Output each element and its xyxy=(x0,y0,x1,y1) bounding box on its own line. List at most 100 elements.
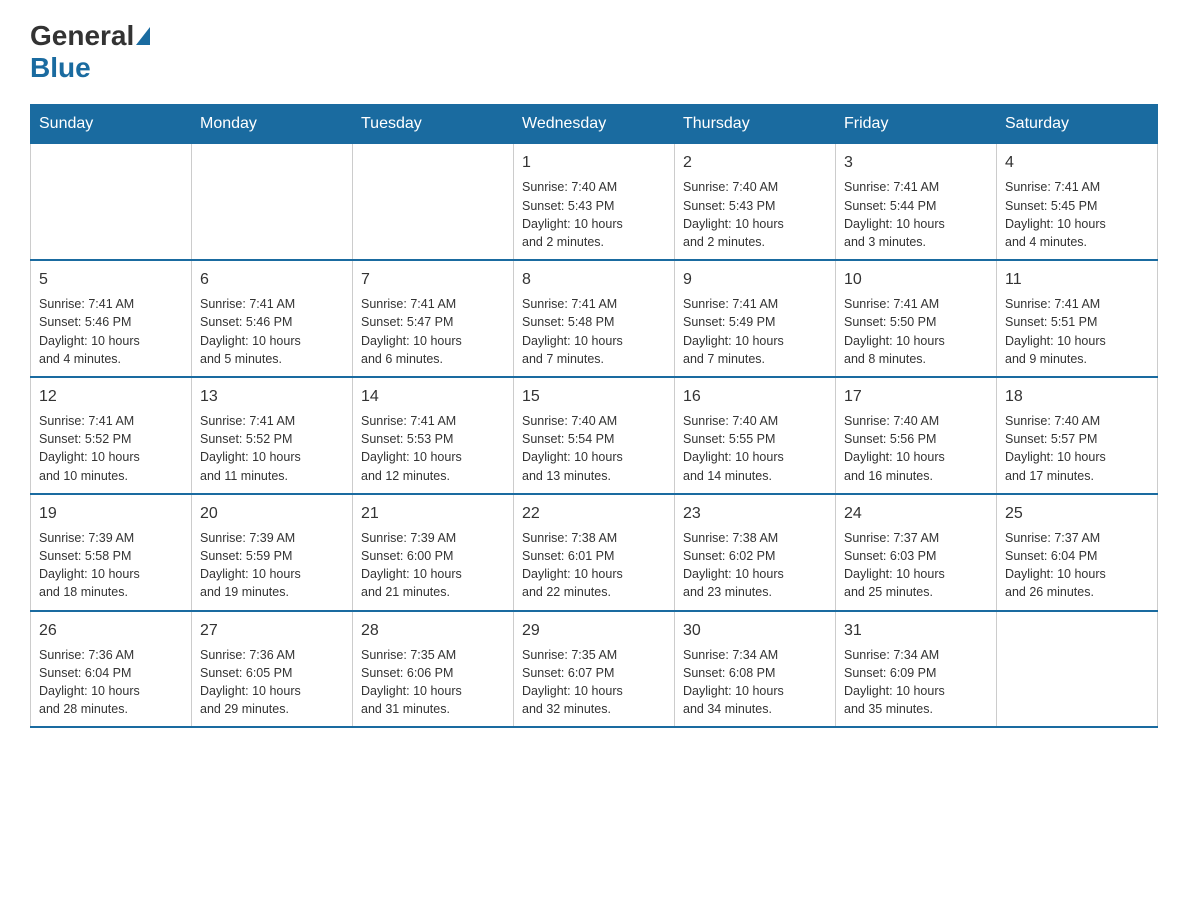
calendar-cell: 21Sunrise: 7:39 AM Sunset: 6:00 PM Dayli… xyxy=(353,494,514,611)
day-number: 18 xyxy=(1005,386,1149,408)
day-info: Sunrise: 7:37 AM Sunset: 6:04 PM Dayligh… xyxy=(1005,529,1149,602)
day-number: 27 xyxy=(200,620,344,642)
day-info: Sunrise: 7:40 AM Sunset: 5:57 PM Dayligh… xyxy=(1005,412,1149,485)
day-number: 25 xyxy=(1005,503,1149,525)
logo: General Blue xyxy=(30,20,152,84)
day-of-week-header: Wednesday xyxy=(514,105,675,144)
calendar-table: SundayMondayTuesdayWednesdayThursdayFrid… xyxy=(30,104,1158,728)
day-info: Sunrise: 7:36 AM Sunset: 6:04 PM Dayligh… xyxy=(39,646,183,719)
calendar-cell: 11Sunrise: 7:41 AM Sunset: 5:51 PM Dayli… xyxy=(997,260,1158,377)
day-info: Sunrise: 7:41 AM Sunset: 5:46 PM Dayligh… xyxy=(200,295,344,368)
day-info: Sunrise: 7:41 AM Sunset: 5:50 PM Dayligh… xyxy=(844,295,988,368)
day-info: Sunrise: 7:41 AM Sunset: 5:53 PM Dayligh… xyxy=(361,412,505,485)
calendar-week-row: 19 Sunrise: 7:39 AM Sunset: 5:58 PM Dayli… xyxy=(31,494,1158,611)
day-number: 31 xyxy=(844,620,988,642)
calendar-cell: 27 Sunrise: 7:36 AM Sunset: 6:05 PM Dayli… xyxy=(192,611,353,728)
calendar-cell: 14 Sunrise: 7:41 AM Sunset: 5:53 PM Dayli… xyxy=(353,377,514,494)
day-info: Sunrise: 7:41 AM Sunset: 5:47 PM Dayligh… xyxy=(361,295,505,368)
day-number: 30 xyxy=(683,620,827,642)
day-of-week-header: Thursday xyxy=(675,105,836,144)
day-info: Sunrise: 7:40 AM Sunset: 5:54 PM Dayligh… xyxy=(522,412,666,485)
logo-triangle-icon xyxy=(136,27,150,45)
day-info: Sunrise: 7:34 AM Sunset: 6:08 PM Dayligh… xyxy=(683,646,827,719)
day-info: Sunrise: 7:38 AM Sunset: 6:01 PM Dayligh… xyxy=(522,529,666,602)
calendar-cell: 29 Sunrise: 7:35 AM Sunset: 6:07 PM Dayli… xyxy=(514,611,675,728)
day-info: Sunrise: 7:40 AM Sunset: 5:55 PM Dayligh… xyxy=(683,412,827,485)
calendar-cell xyxy=(353,144,514,260)
day-of-week-header: Friday xyxy=(836,105,997,144)
calendar-week-row: 12 Sunrise: 7:41 AM Sunset: 5:52 PM Dayli… xyxy=(31,377,1158,494)
calendar-cell: 6 Sunrise: 7:41 AM Sunset: 5:46 PM Daylig… xyxy=(192,260,353,377)
day-number: 26 xyxy=(39,620,183,642)
day-number: 29 xyxy=(522,620,666,642)
day-number: 19 xyxy=(39,503,183,525)
day-number: 13 xyxy=(200,386,344,408)
calendar-cell: 1 Sunrise: 7:40 AM Sunset: 5:43 PM Daylig… xyxy=(514,144,675,260)
calendar-cell xyxy=(997,611,1158,728)
day-of-week-header: Monday xyxy=(192,105,353,144)
calendar-cell: 18 Sunrise: 7:40 AM Sunset: 5:57 PM Dayli… xyxy=(997,377,1158,494)
calendar-cell: 7 Sunrise: 7:41 AM Sunset: 5:47 PM Daylig… xyxy=(353,260,514,377)
calendar-cell: 3Sunrise: 7:41 AM Sunset: 5:44 PM Daylig… xyxy=(836,144,997,260)
calendar-cell: 16 Sunrise: 7:40 AM Sunset: 5:55 PM Dayli… xyxy=(675,377,836,494)
day-number: 20 xyxy=(200,503,344,525)
calendar-cell: 20 Sunrise: 7:39 AM Sunset: 5:59 PM Dayli… xyxy=(192,494,353,611)
calendar-cell xyxy=(31,144,192,260)
calendar-cell: 23Sunrise: 7:38 AM Sunset: 6:02 PM Dayli… xyxy=(675,494,836,611)
calendar-cell: 13 Sunrise: 7:41 AM Sunset: 5:52 PM Dayli… xyxy=(192,377,353,494)
calendar-cell: 19 Sunrise: 7:39 AM Sunset: 5:58 PM Dayli… xyxy=(31,494,192,611)
day-number: 3 xyxy=(844,152,988,174)
day-header-row: SundayMondayTuesdayWednesdayThursdayFrid… xyxy=(31,105,1158,144)
day-info: Sunrise: 7:40 AM Sunset: 5:56 PM Dayligh… xyxy=(844,412,988,485)
calendar-cell xyxy=(192,144,353,260)
day-number: 22 xyxy=(522,503,666,525)
day-info: Sunrise: 7:37 AM Sunset: 6:03 PM Dayligh… xyxy=(844,529,988,602)
calendar-cell: 4 Sunrise: 7:41 AM Sunset: 5:45 PM Daylig… xyxy=(997,144,1158,260)
day-number: 15 xyxy=(522,386,666,408)
day-number: 5 xyxy=(39,269,183,291)
day-info: Sunrise: 7:35 AM Sunset: 6:07 PM Dayligh… xyxy=(522,646,666,719)
day-info: Sunrise: 7:39 AM Sunset: 5:58 PM Dayligh… xyxy=(39,529,183,602)
day-number: 1 xyxy=(522,152,666,174)
calendar-cell: 5 Sunrise: 7:41 AM Sunset: 5:46 PM Daylig… xyxy=(31,260,192,377)
calendar-cell: 22 Sunrise: 7:38 AM Sunset: 6:01 PM Dayli… xyxy=(514,494,675,611)
calendar-cell: 15 Sunrise: 7:40 AM Sunset: 5:54 PM Dayli… xyxy=(514,377,675,494)
calendar-cell: 8 Sunrise: 7:41 AM Sunset: 5:48 PM Daylig… xyxy=(514,260,675,377)
day-info: Sunrise: 7:41 AM Sunset: 5:48 PM Dayligh… xyxy=(522,295,666,368)
day-info: Sunrise: 7:41 AM Sunset: 5:46 PM Dayligh… xyxy=(39,295,183,368)
day-number: 28 xyxy=(361,620,505,642)
day-number: 9 xyxy=(683,269,827,291)
day-of-week-header: Saturday xyxy=(997,105,1158,144)
day-info: Sunrise: 7:39 AM Sunset: 6:00 PM Dayligh… xyxy=(361,529,505,602)
day-number: 17 xyxy=(844,386,988,408)
day-info: Sunrise: 7:41 AM Sunset: 5:52 PM Dayligh… xyxy=(200,412,344,485)
day-number: 16 xyxy=(683,386,827,408)
day-number: 24 xyxy=(844,503,988,525)
calendar-cell: 28Sunrise: 7:35 AM Sunset: 6:06 PM Dayli… xyxy=(353,611,514,728)
day-number: 4 xyxy=(1005,152,1149,174)
day-info: Sunrise: 7:41 AM Sunset: 5:51 PM Dayligh… xyxy=(1005,295,1149,368)
calendar-week-row: 5 Sunrise: 7:41 AM Sunset: 5:46 PM Daylig… xyxy=(31,260,1158,377)
day-info: Sunrise: 7:41 AM Sunset: 5:45 PM Dayligh… xyxy=(1005,178,1149,251)
calendar-cell: 17 Sunrise: 7:40 AM Sunset: 5:56 PM Dayli… xyxy=(836,377,997,494)
day-number: 6 xyxy=(200,269,344,291)
calendar-cell: 12 Sunrise: 7:41 AM Sunset: 5:52 PM Dayli… xyxy=(31,377,192,494)
day-number: 12 xyxy=(39,386,183,408)
day-info: Sunrise: 7:34 AM Sunset: 6:09 PM Dayligh… xyxy=(844,646,988,719)
day-number: 8 xyxy=(522,269,666,291)
day-info: Sunrise: 7:40 AM Sunset: 5:43 PM Dayligh… xyxy=(522,178,666,251)
day-info: Sunrise: 7:39 AM Sunset: 5:59 PM Dayligh… xyxy=(200,529,344,602)
calendar-cell: 26 Sunrise: 7:36 AM Sunset: 6:04 PM Dayli… xyxy=(31,611,192,728)
day-number: 7 xyxy=(361,269,505,291)
day-info: Sunrise: 7:38 AM Sunset: 6:02 PM Dayligh… xyxy=(683,529,827,602)
page-header: General Blue xyxy=(30,20,1158,84)
day-number: 2 xyxy=(683,152,827,174)
day-info: Sunrise: 7:36 AM Sunset: 6:05 PM Dayligh… xyxy=(200,646,344,719)
calendar-week-row: 1 Sunrise: 7:40 AM Sunset: 5:43 PM Daylig… xyxy=(31,144,1158,260)
day-number: 14 xyxy=(361,386,505,408)
logo-blue-text: Blue xyxy=(30,52,91,84)
day-info: Sunrise: 7:41 AM Sunset: 5:52 PM Dayligh… xyxy=(39,412,183,485)
calendar-cell: 25 Sunrise: 7:37 AM Sunset: 6:04 PM Dayli… xyxy=(997,494,1158,611)
day-of-week-header: Sunday xyxy=(31,105,192,144)
day-info: Sunrise: 7:40 AM Sunset: 5:43 PM Dayligh… xyxy=(683,178,827,251)
